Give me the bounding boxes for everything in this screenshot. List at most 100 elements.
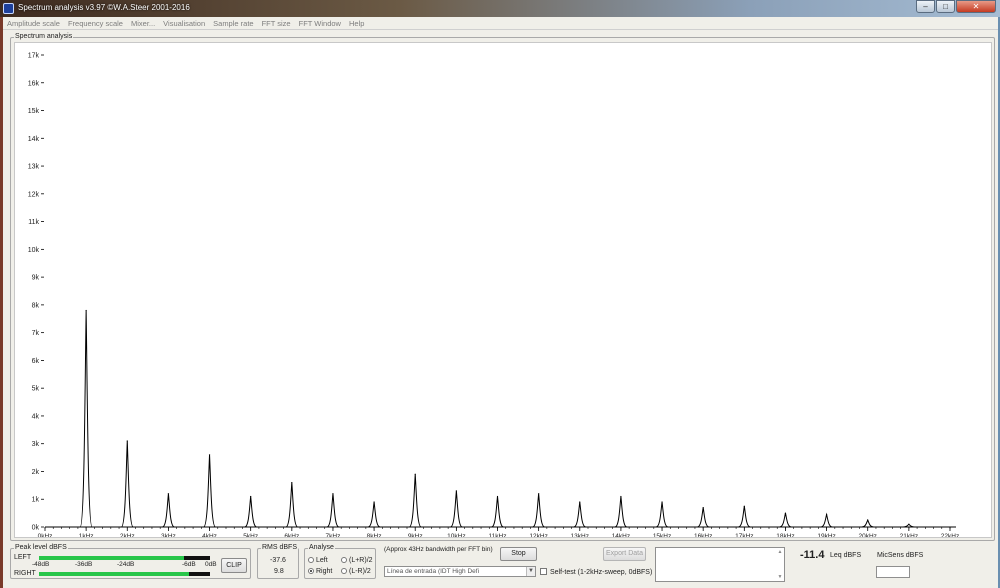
radio-right-icon	[308, 568, 314, 574]
spectrum-plot[interactable]: 0k 1k 2k 3k 4k 5k 6k 7k 8k 9k 10k 11k 12k 13k 14k 15k 16…	[14, 42, 992, 538]
x-tick-label: 12kHz	[529, 533, 547, 537]
x-tick-label: 7kHz	[326, 533, 341, 537]
y-tick-label: 10k	[28, 247, 40, 254]
right-peak-fill	[39, 572, 190, 576]
maximize-button[interactable]: □	[936, 0, 955, 13]
spectrum-peak	[167, 493, 170, 495]
analyse-diff-option[interactable]: (L-R)/2	[341, 568, 371, 575]
x-tick-label: 20kHz	[859, 533, 877, 537]
left-channel-label: LEFT	[14, 554, 32, 561]
left-peak-fill	[39, 556, 185, 560]
close-button[interactable]: ✕	[956, 0, 996, 13]
x-tick-label: 3kHz	[161, 533, 176, 537]
spectrum-peak	[291, 481, 293, 484]
scale-0: 0dB	[205, 561, 217, 568]
scale-48: -48dB	[32, 561, 50, 568]
scroll-up-icon[interactable]: ▲	[776, 548, 784, 556]
output-textbox[interactable]: ▲ ▼	[655, 547, 785, 582]
menu-sample-rate[interactable]: Sample rate	[213, 19, 253, 28]
y-tick-label: 3k	[32, 441, 40, 448]
spectrum-peak	[825, 513, 828, 516]
y-tick-label: 2k	[32, 469, 40, 476]
x-tick-label: 17kHz	[735, 533, 753, 537]
x-tick-label: 22kHz	[941, 533, 959, 537]
menu-fft-window[interactable]: FFT Window	[299, 19, 341, 28]
x-tick-label: 8kHz	[367, 533, 382, 537]
analyse-right-option[interactable]: Right	[308, 568, 332, 575]
radio-left-icon	[308, 557, 314, 563]
app-icon	[3, 3, 14, 14]
y-tick-label: 9k	[32, 275, 40, 282]
spectrum-peak	[414, 473, 416, 475]
leq-value: -11.4	[800, 549, 825, 561]
title-bar[interactable]: Spectrum analysis v3.97 ©W.A.Steer 2001-…	[0, 0, 1000, 17]
analyse-sum-option[interactable]: (L+R)/2	[341, 557, 373, 564]
spectrum-peak	[620, 495, 622, 498]
leq-label: Leq dBFS	[830, 552, 862, 559]
radio-diff-icon	[341, 568, 347, 574]
menu-amplitude-scale[interactable]: Amplitude scale	[7, 19, 60, 28]
spectrum-peak	[496, 495, 499, 498]
spectrum-peak	[85, 309, 87, 312]
micsens-input[interactable]	[876, 566, 910, 578]
spectrum-peak	[908, 523, 910, 525]
rms-right-value: 9.8	[274, 568, 284, 575]
spectrum-trace	[45, 310, 950, 528]
selftest-checkbox[interactable]: Self-test (1-2kHz-sweep, 0dBFS)	[540, 568, 652, 576]
x-tick-label: 14kHz	[612, 533, 630, 537]
analyse-title: Analyse	[308, 544, 335, 552]
spectrum-svg: 0k 1k 2k 3k 4k 5k 6k 7k 8k 9k 10k 11k 12k 13k 14k 15k 16…	[28, 53, 960, 538]
spectrum-peak	[455, 490, 457, 492]
rms-group: RMS dBFS -37.6 9.8	[257, 544, 299, 579]
y-tick-label: 6k	[32, 358, 40, 365]
analyse-left-option[interactable]: Left	[308, 557, 328, 564]
export-data-button[interactable]: Export Data	[603, 547, 646, 561]
y-tick-label: 8k	[32, 302, 40, 309]
menu-frequency-scale[interactable]: Frequency scale	[68, 19, 123, 28]
selftest-checkbox-box	[540, 568, 547, 575]
menu-visualisation[interactable]: Visualisation	[163, 19, 205, 28]
scale-24: -24dB	[117, 561, 135, 568]
menu-mixer[interactable]: Mixer...	[131, 19, 155, 28]
window-title: Spectrum analysis v3.97 ©W.A.Steer 2001-…	[18, 3, 190, 12]
input-device-select[interactable]: Línea de entrada (IDT High Defi ▼	[384, 566, 536, 577]
x-tick-label: 11kHz	[489, 533, 507, 537]
stop-button[interactable]: Stop	[500, 547, 537, 561]
right-channel-label: RIGHT	[14, 570, 36, 577]
x-tick-label: 16kHz	[694, 533, 712, 537]
spectrum-peak	[208, 454, 211, 456]
scroll-down-icon[interactable]: ▼	[776, 573, 784, 581]
y-tick-label: 12k	[28, 191, 40, 198]
chevron-down-icon: ▼	[526, 567, 535, 576]
spectrum-peak	[332, 493, 334, 495]
spectrum-peak	[702, 506, 704, 509]
minimize-button[interactable]: –	[916, 0, 935, 13]
client-area: Spectrum analysis 0k 1k 2k 3k 4k 5k 6k 7k 8k 9k 10…	[3, 30, 998, 588]
menu-help[interactable]: Help	[349, 19, 364, 28]
menu-bar: Amplitude scale Frequency scale Mixer...…	[3, 17, 998, 30]
y-tick-label: 11k	[28, 219, 39, 226]
spectrum-peak	[538, 493, 540, 495]
y-tick-label: 14k	[28, 136, 40, 143]
x-tick-label: 13kHz	[571, 533, 589, 537]
fft-bandwidth-info: (Approx 43Hz bandwidth per FFT bin)	[384, 546, 493, 553]
peak-level-title: Peak level dBFS	[14, 544, 68, 552]
spectrum-peak	[661, 501, 663, 503]
clip-button[interactable]: CLIP	[221, 558, 247, 573]
y-tick-label: 17k	[28, 53, 40, 60]
menu-fft-size[interactable]: FFT size	[262, 19, 291, 28]
window-controls: – □ ✕	[915, 0, 996, 15]
spectrum-peak	[867, 519, 869, 521]
x-tick-label: 6kHz	[284, 533, 299, 537]
spectrum-peak	[743, 505, 745, 507]
scale-6: -6dB	[182, 561, 196, 568]
x-tick-label: 1kHz	[79, 533, 94, 537]
y-tick-label: 16k	[28, 80, 40, 87]
y-tick-label: 15k	[28, 108, 40, 115]
rms-title: RMS dBFS	[261, 544, 299, 552]
x-tick-label: 0kHz	[38, 533, 53, 537]
x-tick-label: 2kHz	[120, 533, 135, 537]
spectrum-peak	[126, 440, 128, 442]
scale-36: -36dB	[75, 561, 93, 568]
y-tick-label: 4k	[32, 413, 40, 420]
